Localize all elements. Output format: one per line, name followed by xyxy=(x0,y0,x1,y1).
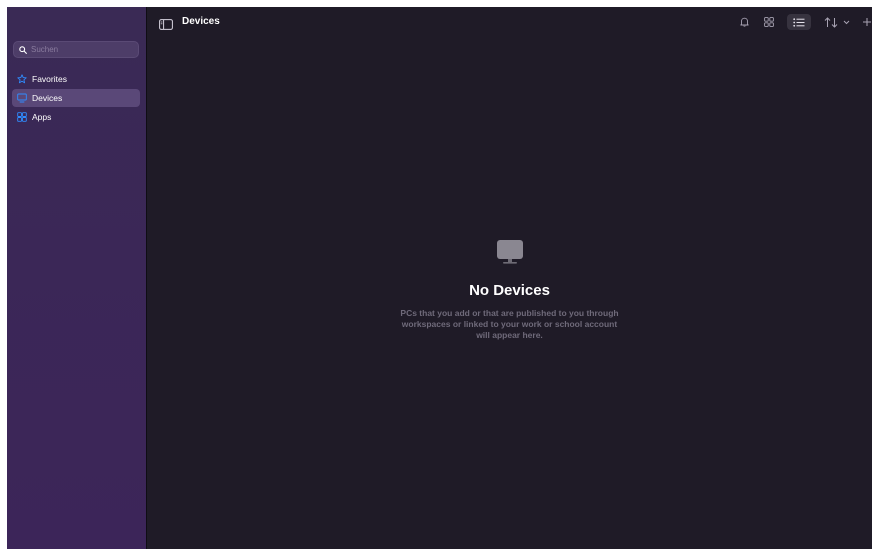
sidebar-nav: Favorites Devices Apps xyxy=(12,70,140,127)
search-input[interactable] xyxy=(27,42,131,57)
sidebar-item-label: Favorites xyxy=(32,74,67,84)
sidebar: Favorites Devices xyxy=(7,7,147,549)
toolbar: Devices xyxy=(147,7,872,37)
grid-icon xyxy=(17,112,27,122)
add-icon[interactable] xyxy=(861,14,872,30)
sort-button[interactable] xyxy=(823,14,851,30)
app-window: Favorites Devices xyxy=(7,7,872,549)
empty-state-description: PCs that you add or that are published t… xyxy=(370,308,650,341)
sidebar-item-devices[interactable]: Devices xyxy=(12,89,140,107)
empty-state-line: will appear here. xyxy=(476,330,543,340)
search-field[interactable] xyxy=(13,41,139,58)
grid-view-icon[interactable] xyxy=(761,14,777,30)
empty-state-title: No Devices xyxy=(469,282,550,299)
search-icon xyxy=(19,45,27,54)
bell-icon[interactable] xyxy=(738,14,750,30)
chevron-down-icon xyxy=(843,20,850,24)
empty-state-line: workspaces or linked to your work or sch… xyxy=(401,319,618,329)
monitor-icon xyxy=(17,93,27,103)
empty-state-line: PCs that you add or that are published t… xyxy=(400,308,619,318)
main-content: Devices No Devices PCs that you add or t… xyxy=(147,7,872,549)
sort-icon xyxy=(824,16,838,28)
monitor-icon xyxy=(496,240,523,264)
sidebar-item-favorites[interactable]: Favorites xyxy=(12,70,140,88)
sidebar-item-label: Apps xyxy=(32,112,52,122)
sidebar-item-label: Devices xyxy=(32,93,63,103)
sidebar-item-apps[interactable]: Apps xyxy=(12,108,140,126)
page-title: Devices xyxy=(182,16,220,27)
sidebar-toggle-icon[interactable] xyxy=(159,17,173,30)
empty-state: No Devices PCs that you add or that are … xyxy=(147,239,872,341)
list-view-icon[interactable] xyxy=(787,14,811,30)
star-icon xyxy=(17,74,27,84)
